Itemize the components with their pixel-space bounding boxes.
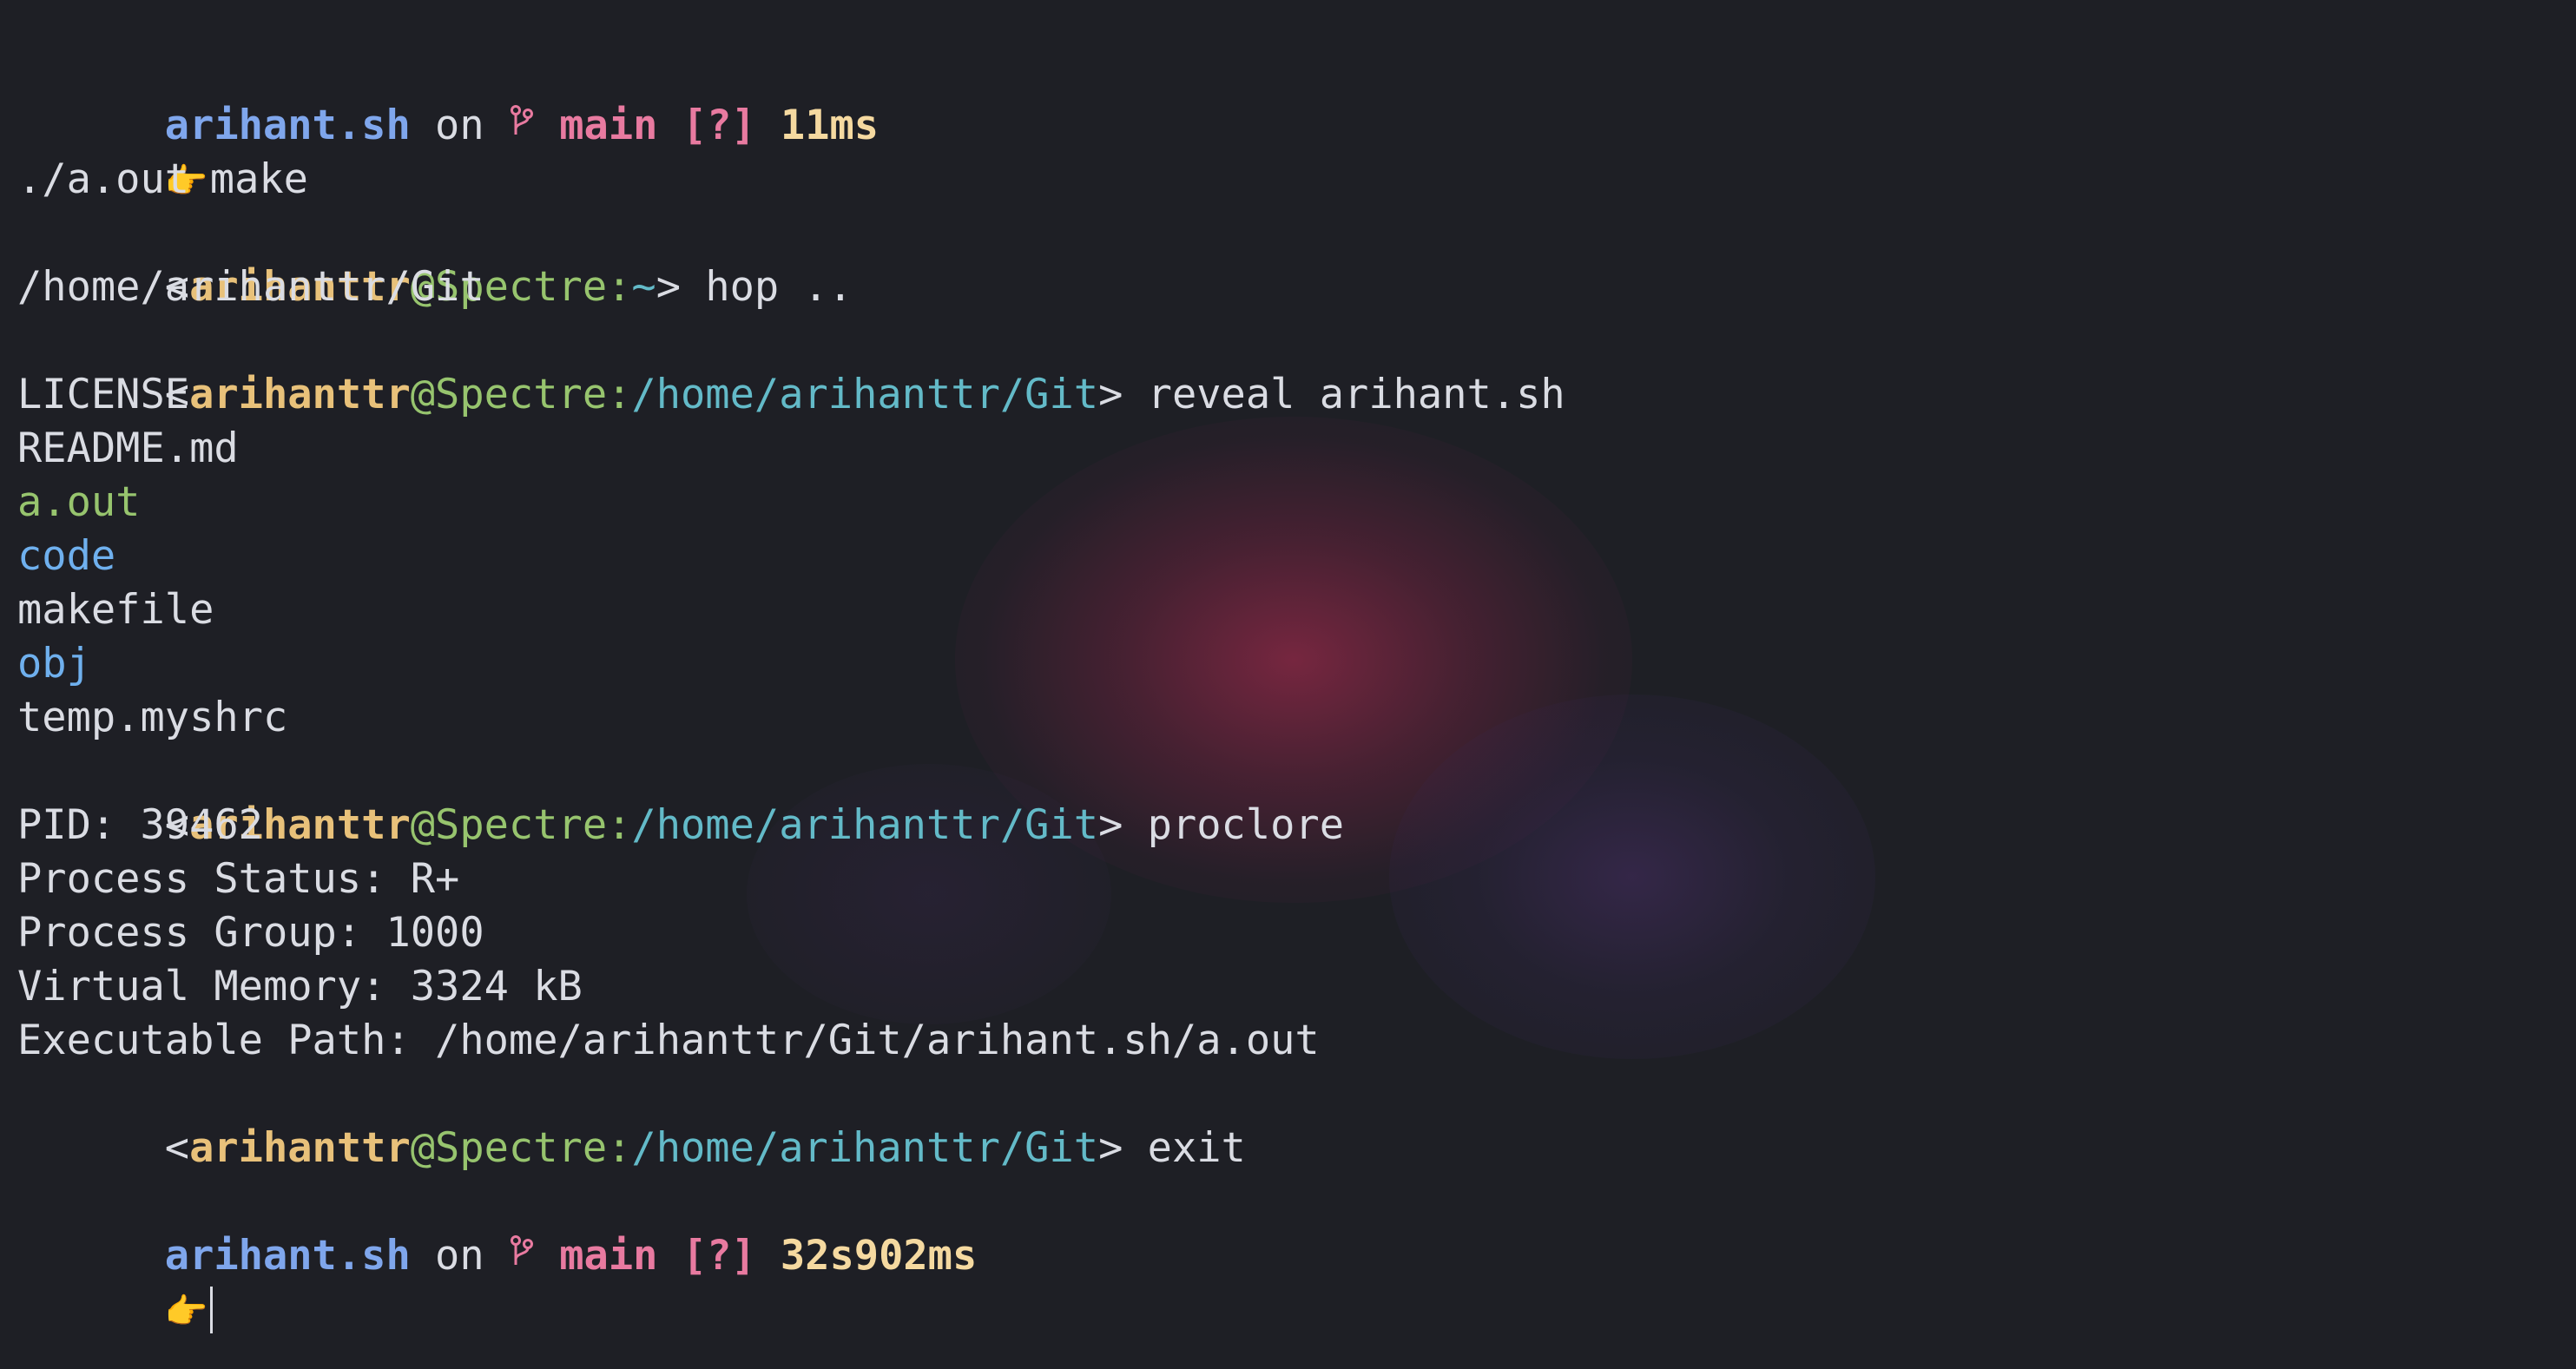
prompt-host: @Spectre: bbox=[410, 371, 632, 418]
terminal-output: arihant.sh on main [?] 11ms 👉make ./a.ou… bbox=[17, 45, 1565, 1333]
prompt-directory: arihant.sh bbox=[164, 102, 411, 149]
shell-prompt-line: <arihanttr@Spectre:~> hop .. bbox=[17, 207, 1565, 311]
proclore-memory: Virtual Memory: 3324 kB bbox=[17, 963, 583, 1010]
prompt-user: arihanttr bbox=[189, 371, 411, 418]
git-branch-icon bbox=[509, 1228, 535, 1282]
prompt-git-status: [?] bbox=[682, 102, 756, 149]
prompt-git-status: [?] bbox=[682, 1232, 756, 1280]
prompt-host: @Spectre: bbox=[410, 801, 632, 849]
file-entry: makefile bbox=[17, 586, 214, 634]
prompt-close-arrow: > bbox=[1098, 371, 1123, 418]
text-cursor[interactable] bbox=[209, 1286, 213, 1333]
proclore-path: Executable Path: /home/arihanttr/Git/ari… bbox=[17, 1017, 1320, 1064]
prompt-close-arrow: > bbox=[656, 263, 682, 311]
prompt-duration: 32s902ms bbox=[780, 1232, 978, 1280]
command-text: proclore bbox=[1147, 801, 1345, 849]
prompt-user: arihanttr bbox=[189, 1124, 411, 1172]
terminal-window[interactable]: arihant.sh on main [?] 11ms 👉make ./a.ou… bbox=[0, 0, 2576, 1369]
starship-prompt-top: arihant.sh on main [?] 11ms bbox=[17, 45, 1565, 149]
prompt-on-text: on bbox=[410, 1232, 509, 1280]
command-text: hop .. bbox=[705, 263, 853, 311]
git-branch-icon bbox=[509, 98, 535, 152]
file-entry: temp.myshrc bbox=[17, 694, 288, 741]
folder-entry: obj bbox=[17, 640, 91, 688]
prompt-close-arrow: > bbox=[1098, 1124, 1123, 1172]
prompt-branch: main bbox=[559, 1232, 658, 1280]
prompt-directory: arihant.sh bbox=[164, 1232, 411, 1280]
prompt-path: /home/arihanttr/Git bbox=[631, 801, 1099, 849]
prompt-close-arrow: > bbox=[1098, 801, 1123, 849]
prompt-duration: 11ms bbox=[780, 102, 880, 149]
file-entry: README.md bbox=[17, 425, 239, 472]
command-text: reveal arihant.sh bbox=[1147, 371, 1565, 418]
executable-entry: a.out bbox=[17, 478, 141, 526]
prompt-branch: main bbox=[559, 102, 658, 149]
starship-prompt-bottom: arihant.sh on main [?] 32s902ms bbox=[17, 1175, 1565, 1280]
prompt-home: ~ bbox=[631, 263, 656, 311]
prompt-path: /home/arihanttr/Git bbox=[631, 1124, 1099, 1172]
pointing-hand-icon: 👉 bbox=[164, 1292, 208, 1332]
proclore-group: Process Group: 1000 bbox=[17, 909, 484, 957]
prompt-open-bracket: < bbox=[164, 1124, 190, 1172]
shell-prompt-line: <arihanttr@Spectre:/home/arihanttr/Git> … bbox=[17, 745, 1565, 849]
prompt-path: /home/arihanttr/Git bbox=[631, 371, 1099, 418]
prompt-on-text: on bbox=[410, 102, 509, 149]
proclore-status: Process Status: R+ bbox=[17, 855, 460, 903]
folder-entry: code bbox=[17, 532, 116, 580]
command-text: make bbox=[209, 155, 308, 203]
command-text: exit bbox=[1147, 1124, 1246, 1172]
shell-prompt-line: <arihanttr@Spectre:/home/arihanttr/Git> … bbox=[17, 314, 1565, 418]
shell-prompt-line: <arihanttr@Spectre:/home/arihanttr/Git> … bbox=[17, 1068, 1565, 1172]
prompt-host: @Spectre: bbox=[410, 1124, 632, 1172]
